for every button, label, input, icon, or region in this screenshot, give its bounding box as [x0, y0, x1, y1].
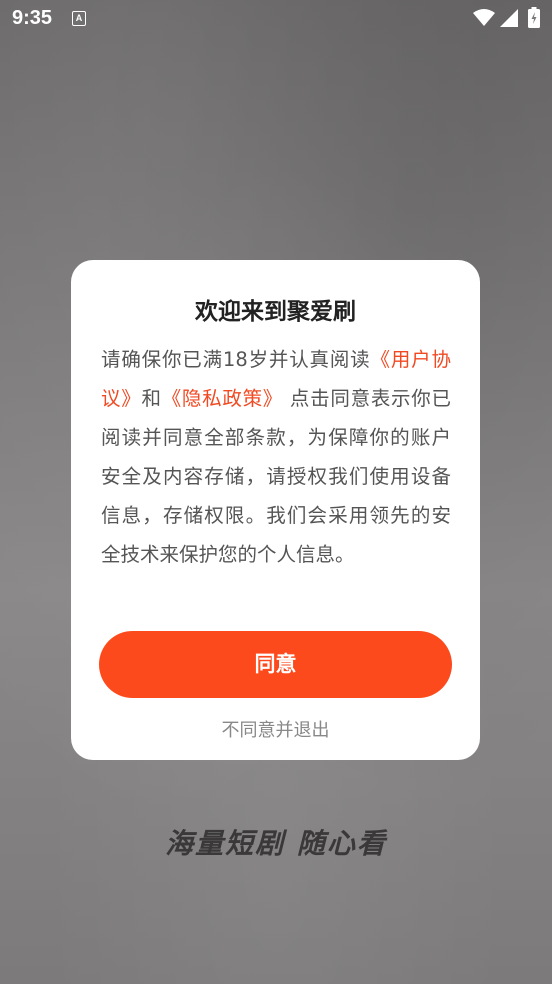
- status-bar: 9:35 A: [0, 0, 552, 36]
- slogan-text: 海量短剧 随心看: [165, 827, 387, 860]
- decline-and-exit-button[interactable]: 不同意并退出: [71, 716, 480, 742]
- status-time: 9:35: [12, 7, 53, 29]
- dialog-body: 请确保你已满18岁并认真阅读《用户协议》和《隐私政策》 点击同意表示你已阅读并同…: [101, 340, 451, 574]
- privacy-consent-dialog: 欢迎来到聚爱刷 请确保你已满18岁并认真阅读《用户协议》和《隐私政策》 点击同意…: [71, 260, 480, 760]
- privacy-policy-link[interactable]: 《隐私政策》: [162, 387, 283, 410]
- dialog-title: 欢迎来到聚爱刷: [195, 299, 356, 325]
- wifi-icon: [473, 9, 495, 26]
- body-conjunction: 和: [141, 387, 162, 410]
- signal-icon: [500, 9, 518, 27]
- agree-button[interactable]: 同意: [99, 631, 452, 698]
- battery-icon: [528, 7, 540, 28]
- body-suffix: 点击同意表示你已阅读并同意全部条款，为保障你的账户安全及内容存储，请授权我们使用…: [101, 387, 451, 566]
- text-a-icon: A: [72, 11, 86, 26]
- body-prefix: 请确保你已满18岁并认真阅读: [101, 348, 371, 371]
